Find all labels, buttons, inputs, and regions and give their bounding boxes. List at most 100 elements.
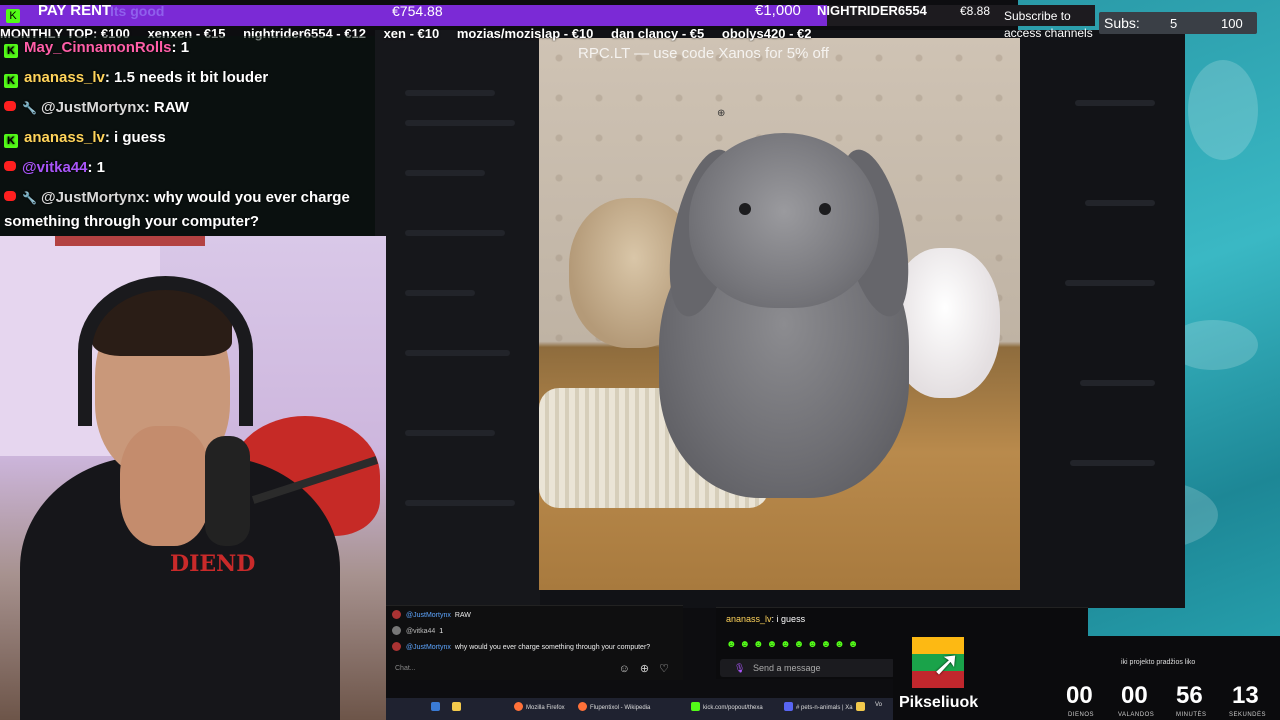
- chat-username: ananass_lv: [24, 69, 105, 86]
- headphones-icon: [78, 276, 253, 426]
- taskbar-firefox[interactable]: Mozilla Firefox: [514, 702, 565, 711]
- subscribe-line: access channels: [1004, 26, 1093, 40]
- kick-icon: K: [4, 74, 18, 88]
- youtube-chat-panel: @JustMortynx RAW @vitka44 1 @JustMortynx wh…: [386, 605, 683, 680]
- subscribe-prompt: Subscribe to access channels: [1004, 8, 1093, 42]
- last-donor: NIGHTRIDER6554: [817, 3, 927, 18]
- discord-icon: [784, 702, 793, 711]
- taskbar: Mozilla Firefox Flupentixol - Wikipedia …: [386, 698, 893, 720]
- yt-chat-name: @JustMortynx: [406, 612, 451, 619]
- emote-bar[interactable]: ☻☻☻☻☻☻☻☻☻☻: [726, 639, 861, 650]
- taskbar-icon[interactable]: [452, 702, 464, 711]
- kick-icon: K: [4, 44, 18, 58]
- avatar: [392, 642, 401, 651]
- avatar: [392, 626, 401, 635]
- countdown-days-label: DIENOS: [1068, 712, 1095, 718]
- yt-chat-line: @vitka44 1: [392, 626, 443, 635]
- webcam-feed: DIEND: [0, 236, 386, 720]
- bunny-eye: [819, 203, 831, 215]
- yt-chat-name: @JustMortynx: [406, 644, 451, 651]
- countdown-hours: 00: [1121, 682, 1148, 709]
- mic-icon[interactable]: 🎙: [734, 659, 745, 677]
- countdown-title: iki projekto pradžios liko: [1121, 659, 1196, 666]
- countdown-hours-label: VALANDOS: [1118, 712, 1155, 718]
- promo-text: RPC.LT — use code Xanos for 5% off: [578, 45, 829, 62]
- yt-chat-text: 1: [439, 628, 444, 635]
- folder-icon: [856, 702, 865, 711]
- chat-text: : 1.5 needs it bit louder: [104, 69, 269, 86]
- yt-chat-text: why would you ever charge something thro…: [454, 644, 651, 651]
- chat-message: 🔧 @JustMortynx: RAW: [4, 95, 189, 121]
- yt-chat-line: @JustMortynx why would you ever charge so…: [392, 642, 650, 651]
- chat-message: @vitka44: 1: [4, 155, 105, 180]
- taskbar-discord[interactable]: # pets-n-animals | Xa: [784, 702, 853, 711]
- taskbar-icon[interactable]: [856, 702, 868, 711]
- chat-username: @vitka44: [22, 159, 88, 176]
- streamer-hand: [120, 426, 210, 546]
- firefox-icon: [514, 702, 523, 711]
- kick-chat-text: : i guess: [771, 614, 806, 624]
- firefox-icon: [578, 702, 587, 711]
- taskbar-label: Vo: [875, 702, 883, 708]
- subs-label: Subs:: [1104, 15, 1140, 31]
- app-sidebar: [375, 30, 540, 608]
- moderator-icon: 🔧: [22, 191, 37, 205]
- heart-icon[interactable]: ♡: [659, 663, 669, 675]
- kick-chat-input[interactable]: 🎙 Send a message: [720, 659, 895, 677]
- subscribe-line: Subscribe to: [1004, 9, 1071, 23]
- yt-chat-name: @vitka44: [406, 628, 436, 635]
- chat-text: : why would you ever charge: [144, 189, 350, 206]
- kick-chat-line: ananass_lv: i guess: [726, 614, 805, 624]
- kick-icon: [691, 702, 700, 711]
- bunny-eye: [739, 203, 751, 215]
- countdown-minutes-label: MINUTĖS: [1176, 712, 1207, 718]
- chat-message-continued: something through your computer?: [4, 209, 259, 234]
- avatar: [392, 610, 401, 619]
- youtube-icon: [4, 101, 16, 111]
- taskbar-item[interactable]: Vo: [875, 702, 882, 708]
- taskbar-label: Flupentixol - Wikipedia: [590, 705, 651, 711]
- windows-icon: [431, 702, 440, 711]
- yt-chat-text: RAW: [454, 612, 471, 619]
- taskbar-icon[interactable]: [431, 702, 443, 711]
- add-icon[interactable]: ⊕: [640, 663, 649, 675]
- microphone-icon: [205, 436, 250, 546]
- countdown-days: 00: [1066, 682, 1093, 709]
- kick-input-placeholder: Send a message: [753, 663, 821, 673]
- chat-username: @JustMortynx: [40, 99, 145, 116]
- youtube-icon: [4, 161, 16, 171]
- chat-text: something through your computer?: [4, 213, 259, 230]
- ticker-item: dan clancy - €5: [611, 26, 705, 41]
- bunny-head: [689, 133, 879, 308]
- rent-goal-value: €1,000: [755, 2, 801, 19]
- bunny-photo[interactable]: ⊕: [539, 38, 1020, 590]
- rent-goal-label: PAY RENT: [38, 2, 112, 19]
- chat-message: K May_CinnamonRolls: 1: [4, 35, 189, 60]
- subs-goal: 100: [1221, 16, 1243, 31]
- rent-current-value: €754.88: [392, 3, 443, 19]
- taskbar-label: Mozilla Firefox: [526, 705, 565, 711]
- chat-username: @JustMortynx: [40, 189, 145, 206]
- taskbar-wikipedia[interactable]: Flupentixol - Wikipedia: [578, 702, 650, 711]
- emoji-icon[interactable]: ☺: [619, 663, 630, 675]
- taskbar-kick[interactable]: kick.com/popout/thexa: [691, 702, 763, 711]
- youtube-icon: [4, 191, 16, 201]
- chat-text: : 1: [171, 39, 190, 56]
- wall-poster: [55, 236, 205, 246]
- pointer-cursor-icon: ➚: [932, 645, 961, 683]
- chat-message: Kananass_lv: 1.5 needs it bit louder: [4, 65, 268, 90]
- kick-icon: K: [4, 134, 18, 148]
- countdown-seconds-label: SEKUNDĖS: [1229, 712, 1267, 718]
- zoom-cursor-icon: ⊕: [717, 108, 726, 119]
- taskbar-label: kick.com/popout/thexa: [703, 705, 763, 711]
- chat-message: 🔧 @JustMortynx: why would you ever charge: [4, 185, 350, 211]
- chat-text: : RAW: [144, 99, 189, 116]
- rent-faded-text: Its good: [110, 3, 165, 19]
- last-donation: €8.88: [960, 4, 991, 18]
- explorer-icon: [452, 702, 461, 711]
- ticker-item: obolys420 - €2: [721, 26, 812, 41]
- chat-message: Kananass_lv: i guess: [4, 125, 166, 150]
- countdown-minutes: 56: [1176, 682, 1203, 709]
- chat-username: May_CinnamonRolls: [24, 39, 172, 56]
- shirt-print: DIEND: [170, 551, 256, 577]
